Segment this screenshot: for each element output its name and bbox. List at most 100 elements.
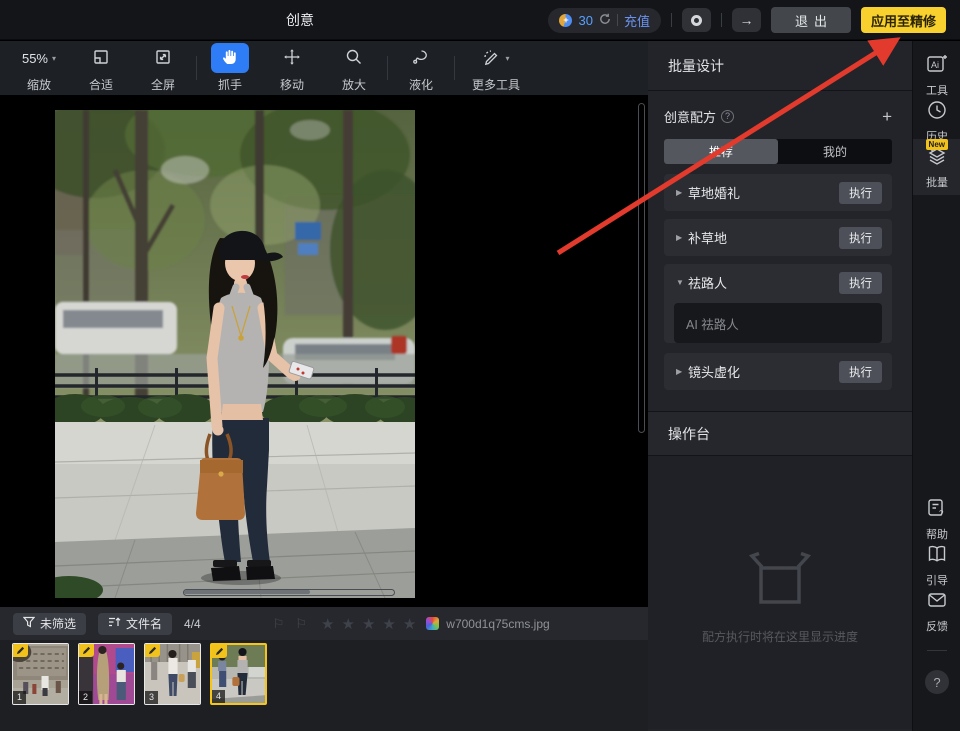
panel-title: 批量设计	[648, 41, 912, 91]
sidebar-divider	[927, 650, 947, 651]
thumbnail-2[interactable]: 2	[78, 643, 135, 705]
star-icon[interactable]: ★	[403, 615, 416, 633]
tool-label: 合适	[89, 76, 113, 93]
flag-icon[interactable]: ⚐	[273, 616, 285, 632]
tool-fit[interactable]: 合适	[70, 43, 132, 93]
bottom-bar: 未筛选 文件名 4/4 ⚐ ⚐ ★ ★ ★ ★ ★ w700d1q75cms.j…	[0, 607, 648, 640]
canvas-toolbar: 55%▾ 缩放 合适 全屏 抓手 移动	[0, 41, 648, 95]
sidebar-item-label: 引导	[926, 572, 948, 588]
scrollbar-thumb[interactable]	[184, 590, 310, 594]
right-sidebar: Ai 工具 历史 New 批量 ? 帮助	[912, 41, 960, 731]
pencil-edit-icon	[79, 644, 94, 657]
tool-zoom-in[interactable]: 放大	[323, 43, 385, 93]
chevron-down-icon: ▾	[505, 54, 509, 63]
console-empty-state: 配方执行时将在这里显示进度	[648, 456, 912, 729]
exit-button[interactable]: 退出	[771, 7, 851, 33]
thumbnail-3[interactable]: 3	[144, 643, 201, 705]
recipe-item[interactable]: ▶ 补草地 执行	[664, 219, 892, 256]
export-button[interactable]: →	[732, 8, 761, 32]
thumbnail-1[interactable]: 1	[12, 643, 69, 705]
tool-liquify[interactable]: 液化	[390, 43, 452, 93]
canvas-horizontal-scrollbar[interactable]	[183, 589, 395, 596]
tool-zoom-level[interactable]: 55%▾ 缩放	[8, 43, 70, 93]
pencil-edit-icon	[13, 644, 28, 657]
tool-hand[interactable]: 抓手	[199, 43, 261, 93]
star-icon[interactable]: ★	[382, 615, 395, 633]
sidebar-item-help[interactable]: ? 帮助	[913, 497, 960, 542]
recipe-name: 草地婚礼	[688, 183, 740, 202]
thumbnail-number: 1	[13, 691, 26, 704]
page-title: 创意	[0, 0, 600, 40]
sidebar-item-feedback[interactable]: 反馈	[913, 589, 960, 634]
photo-counter: 4/4	[184, 617, 201, 631]
sidebar-item-guide[interactable]: 引导	[913, 543, 960, 588]
filter-button[interactable]: 未筛选	[13, 613, 86, 635]
apply-to-retouch-button[interactable]: 应用至精修	[861, 7, 946, 33]
execute-button[interactable]: 执行	[839, 272, 882, 294]
console-empty-text: 配方执行时将在这里显示进度	[648, 628, 912, 645]
caret-down-icon[interactable]: ▼	[676, 278, 688, 287]
canvas-vertical-scrollbar[interactable]	[638, 103, 645, 433]
top-bar: 创意 + 30 充值 → 退出 应用至精修	[0, 0, 960, 40]
tool-label: 全屏	[151, 76, 175, 93]
sidebar-item-tools[interactable]: Ai 工具	[913, 53, 960, 98]
sidebar-item-label: 工具	[926, 82, 948, 98]
recipe-step[interactable]: AI 祛路人	[674, 303, 882, 343]
chevron-down-icon: ▾	[52, 54, 56, 63]
tool-more[interactable]: ▾ 更多工具	[457, 43, 535, 93]
empty-box-icon	[745, 552, 815, 613]
thumbnail-number: 4	[212, 690, 225, 703]
add-recipe-button[interactable]: +	[882, 108, 892, 125]
recipe-item-expanded[interactable]: ▼ 祛路人 执行 AI 祛路人	[664, 264, 892, 343]
execute-button[interactable]: 执行	[839, 361, 882, 383]
zoom-value: 55%	[22, 51, 48, 66]
recipe-name: 镜头虚化	[688, 362, 740, 381]
sidebar-item-label: 反馈	[926, 618, 948, 634]
sidebar-item-history[interactable]: 历史	[913, 99, 960, 144]
credits-pill[interactable]: + 30 充值	[548, 8, 660, 33]
move-icon	[283, 48, 301, 69]
caret-right-icon[interactable]: ▶	[676, 233, 688, 242]
sort-icon	[108, 616, 121, 631]
recipe-item[interactable]: ▶ 镜头虚化 执行	[664, 353, 892, 390]
pencil-edit-icon	[212, 645, 227, 658]
star-icon[interactable]: ★	[321, 615, 334, 633]
fit-icon	[92, 48, 110, 69]
info-icon[interactable]: ?	[721, 110, 734, 123]
topbar-separator	[671, 13, 672, 27]
execute-button[interactable]: 执行	[839, 227, 882, 249]
arrow-right-icon: →	[739, 13, 753, 27]
tab-recommended[interactable]: 推荐	[664, 139, 778, 164]
recipe-section-header: 创意配方 ? +	[664, 107, 892, 126]
batch-layers-icon: New	[926, 145, 948, 170]
sidebar-item-label: 批量	[926, 174, 948, 190]
execute-button[interactable]: 执行	[839, 182, 882, 204]
refresh-icon[interactable]	[599, 13, 611, 28]
flag-icon[interactable]: ⚐	[295, 616, 307, 632]
caret-right-icon[interactable]: ▶	[676, 188, 688, 197]
caret-right-icon[interactable]: ▶	[676, 367, 688, 376]
color-label-icon[interactable]	[426, 617, 439, 630]
settings-button[interactable]	[682, 8, 711, 32]
sort-button[interactable]: 文件名	[98, 613, 172, 635]
settings-icon	[691, 15, 702, 26]
tool-move[interactable]: 移动	[261, 43, 323, 93]
recipe-item[interactable]: ▶ 草地婚礼 执行	[664, 174, 892, 211]
question-button[interactable]: ?	[925, 670, 949, 694]
tool-label: 更多工具	[472, 76, 520, 93]
batch-design-panel: 批量设计 创意配方 ? + 推荐 我的 ▶ 草地婚礼 执行	[648, 41, 912, 731]
toolbar-separator	[387, 56, 388, 80]
recharge-link[interactable]: 充值	[624, 11, 650, 30]
sidebar-item-batch[interactable]: New 批量	[913, 145, 960, 190]
canvas-area[interactable]	[0, 95, 648, 607]
thumbnail-number: 3	[145, 691, 158, 704]
sidebar-item-label: 帮助	[926, 526, 948, 542]
tab-mine[interactable]: 我的	[778, 139, 892, 164]
canvas-photo[interactable]	[55, 110, 415, 598]
thumbnail-4-selected[interactable]: 4	[210, 643, 267, 705]
star-icon[interactable]: ★	[362, 615, 375, 633]
star-icon[interactable]: ★	[341, 615, 354, 633]
toolbar-separator	[454, 56, 455, 80]
tool-label: 液化	[409, 76, 433, 93]
tool-fullscreen[interactable]: 全屏	[132, 43, 194, 93]
